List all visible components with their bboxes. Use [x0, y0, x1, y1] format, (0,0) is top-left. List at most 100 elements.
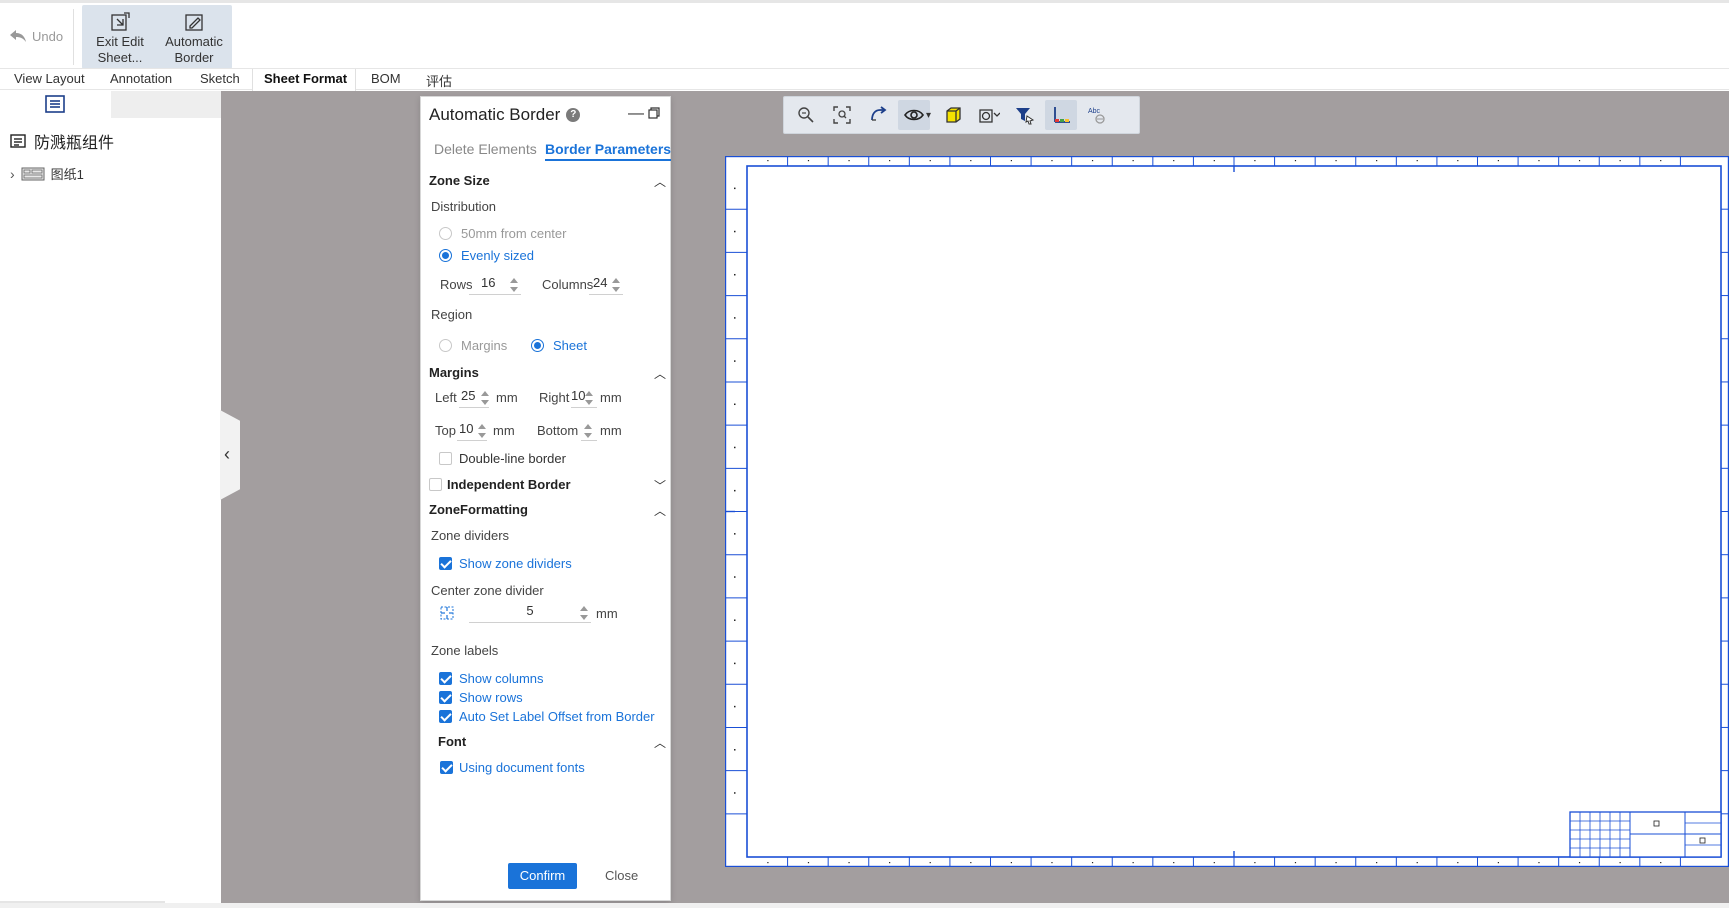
center-divider-spinner[interactable]	[579, 603, 589, 623]
rows-spinner[interactable]	[509, 275, 519, 295]
drawing-sheet[interactable]	[725, 156, 1729, 867]
double-line-border-checkbox[interactable]	[439, 452, 452, 465]
top-margin-spinner[interactable]	[477, 421, 487, 441]
automatic-border-dialog: Automatic Border ? — Delete Elements Bor…	[420, 96, 672, 901]
zone-label-top	[1051, 160, 1053, 162]
tab-border-parameters[interactable]: Border Parameters	[545, 141, 672, 161]
tab-sheet-format[interactable]: Sheet Format	[264, 71, 347, 86]
tree-root-item[interactable]: 防溅瓶组件	[10, 129, 114, 153]
tab-delete-elements[interactable]: Delete Elements	[434, 141, 537, 157]
display-style-button[interactable]	[973, 100, 1005, 130]
radio-region-sheet[interactable]	[531, 339, 544, 352]
zone-label-bottom	[1051, 862, 1053, 864]
automatic-border-icon	[185, 14, 203, 31]
tree-child-label: 图纸1	[50, 167, 84, 182]
chevron-up-icon[interactable]: ︿	[654, 502, 666, 519]
independent-border-checkbox[interactable]	[429, 478, 442, 491]
sheet-outer-border	[725, 156, 1729, 867]
zone-label-bottom	[1497, 862, 1499, 864]
restore-icon[interactable]	[648, 107, 660, 119]
tab-annotation[interactable]: Annotation	[110, 71, 172, 86]
zone-label-top	[1497, 160, 1499, 162]
radio-50mm-from-center[interactable]	[439, 227, 452, 240]
right-margin-spinner[interactable]	[584, 388, 594, 408]
zone-label-top	[1173, 160, 1175, 162]
chevron-up-icon[interactable]: ︿	[654, 173, 666, 190]
tab-evaluate[interactable]: 评估	[426, 71, 452, 90]
zoom-fit-button[interactable]	[826, 100, 858, 130]
font-header[interactable]: Font	[438, 734, 466, 749]
chevron-down-icon[interactable]: ▾	[926, 110, 931, 121]
confirm-button[interactable]: Confirm	[508, 863, 577, 889]
zone-label-bottom	[1578, 862, 1581, 864]
zone-label-bottom	[1457, 862, 1459, 864]
show-columns-checkbox[interactable]	[439, 672, 452, 685]
minimize-button[interactable]: —	[628, 105, 644, 123]
chevron-down-icon[interactable]: ﹀	[654, 477, 666, 494]
chevron-right-icon[interactable]: ›	[10, 166, 15, 182]
list-icon[interactable]	[44, 95, 66, 113]
bottom-margin-spinner[interactable]	[583, 421, 593, 441]
radio-50mm-label: 50mm from center	[461, 226, 567, 241]
tree-child-item[interactable]: › 图纸1	[10, 164, 84, 183]
tab-view-layout[interactable]: View Layout	[14, 71, 85, 86]
center-divider-label: Center zone divider	[431, 583, 544, 598]
radio-region-margins[interactable]	[439, 339, 452, 352]
zone-formatting-header[interactable]: ZoneFormatting	[429, 502, 528, 517]
tab-bom[interactable]: BOM	[371, 71, 401, 86]
left-margin-unit: mm	[496, 390, 518, 405]
axes-button[interactable]	[1045, 100, 1078, 130]
zone-label-top	[889, 160, 891, 162]
columns-spinner[interactable]	[611, 275, 621, 295]
using-document-fonts-checkbox[interactable]	[440, 761, 453, 774]
eye-icon	[904, 109, 924, 121]
zone-dividers-label: Zone dividers	[431, 528, 510, 543]
zone-size-header[interactable]: Zone Size	[429, 173, 490, 188]
center-divider-icon	[440, 606, 454, 620]
exit-edit-label-2: Sheet...	[97, 50, 143, 65]
zone-label-left	[734, 273, 736, 276]
chevron-up-icon[interactable]: ︿	[654, 734, 666, 751]
automatic-border-button[interactable]: Automatic Border	[158, 9, 230, 69]
shading-button[interactable]	[937, 100, 969, 130]
tab-sketch[interactable]: Sketch	[200, 71, 240, 86]
auto-offset-checkbox[interactable]	[439, 710, 452, 723]
axes-icon	[1054, 107, 1071, 123]
chevron-up-icon[interactable]: ︿	[654, 365, 666, 382]
zone-label-top	[848, 160, 850, 162]
dialog-body: Zone Size ︿ Distribution 50mm from cente…	[421, 173, 672, 889]
zone-label-bottom	[807, 862, 810, 864]
redo-view-icon	[871, 106, 887, 121]
zone-label-top	[1132, 160, 1134, 162]
zone-label-left	[734, 187, 736, 190]
tree-tab-inactive[interactable]	[111, 91, 221, 118]
rotate-view-button[interactable]	[862, 100, 894, 130]
exit-edit-sheet-button[interactable]: Exit Edit Sheet...	[84, 9, 156, 69]
sheet-icon	[21, 167, 45, 180]
independent-border-label: Independent Border	[447, 477, 571, 492]
annotation-text-button[interactable]: Abc	[1081, 100, 1113, 130]
right-margin-label: Right	[539, 390, 570, 405]
zone-label-bottom	[889, 862, 891, 864]
zone-label-left	[734, 749, 736, 751]
zone-label-bottom	[970, 862, 972, 864]
view-toolbar: ▾ Abc	[783, 96, 1140, 134]
close-button[interactable]: Close	[605, 868, 638, 883]
collapse-panel-button[interactable]: ‹	[220, 410, 240, 500]
auto-offset-label: Auto Set Label Offset from Border	[459, 709, 655, 724]
zone-label-left	[734, 317, 736, 319]
dialog-tabs: Delete Elements Border Parameters	[421, 141, 672, 165]
assembly-icon	[10, 134, 26, 148]
radio-evenly-sized[interactable]	[439, 249, 452, 262]
help-icon[interactable]: ?	[566, 108, 581, 122]
zoom-button[interactable]	[790, 100, 822, 130]
filter-button[interactable]	[1009, 100, 1041, 130]
left-margin-spinner[interactable]	[480, 388, 490, 408]
center-divider-input[interactable]: 5	[469, 603, 591, 623]
zone-label-bottom	[1619, 862, 1621, 864]
zone-label-left	[734, 705, 736, 708]
show-rows-checkbox[interactable]	[439, 691, 452, 704]
show-zone-dividers-checkbox[interactable]	[439, 557, 452, 570]
margins-header[interactable]: Margins	[429, 365, 479, 380]
undo-button[interactable]: Undo	[8, 28, 63, 44]
